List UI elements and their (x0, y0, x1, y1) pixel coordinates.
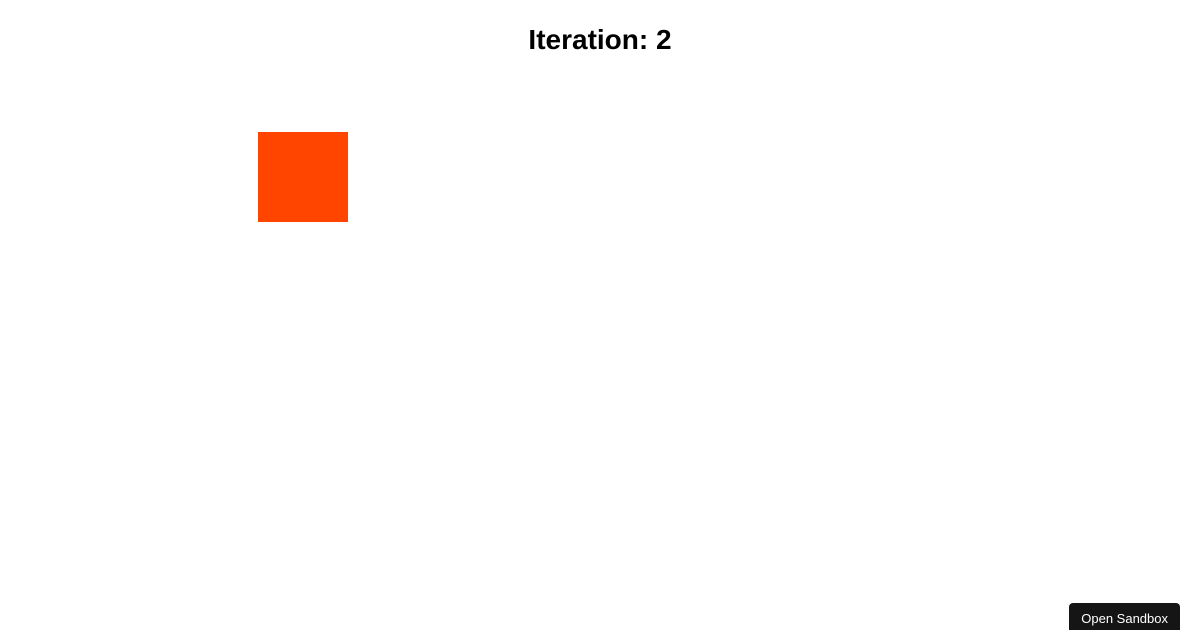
open-sandbox-button[interactable]: Open Sandbox (1069, 603, 1180, 630)
animated-box (258, 132, 348, 222)
iteration-heading: Iteration: 2 (0, 24, 1200, 56)
iteration-prefix: Iteration: (528, 24, 656, 55)
iteration-value: 2 (656, 24, 672, 55)
